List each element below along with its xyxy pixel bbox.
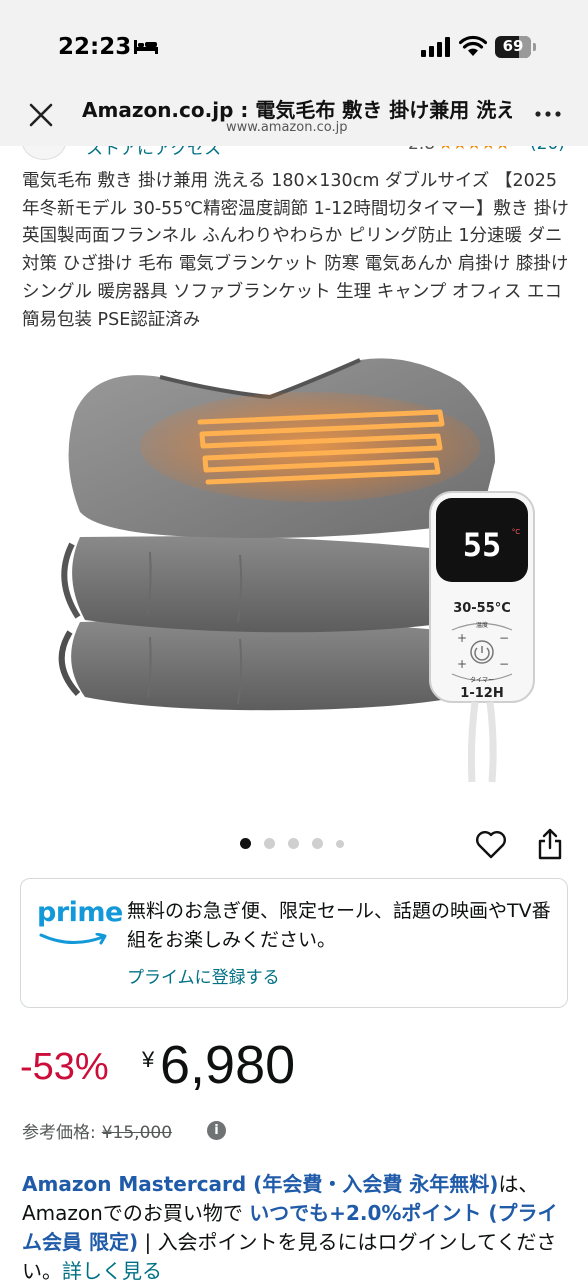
reference-price-value: ¥15,000 [101,1123,173,1143]
svg-text:−: − [499,657,509,671]
mastercard-link[interactable]: Amazon Mastercard (年会費・入会費 永年無料) [22,1172,498,1196]
signal-icon [421,37,450,57]
prime-signup-link[interactable]: プライムに登録する [127,963,280,988]
controller-timer: 1-12H [460,686,503,701]
info-icon[interactable]: i [207,1121,226,1140]
carousel-dot[interactable] [288,838,299,849]
prime-description: 無料のお急ぎ便、限定セール、話題の映画やTV番組をお楽しみください。 [127,900,551,951]
reference-price: 参考価格: ¥15,000 [22,1118,172,1143]
bed-icon [134,40,158,54]
carousel-dot[interactable] [264,838,275,849]
page-title: Amazon.co.jp : 電気毛布 敷き 掛け兼用 洗える [82,98,512,122]
battery-indicator: 69 [495,36,537,58]
heart-icon[interactable] [475,830,507,860]
card-promo: Amazon Mastercard (年会費・入会費 永年無料)は、Amazon… [22,1170,570,1280]
carousel-dot[interactable] [240,838,251,849]
discount-percent: -53% [20,1046,109,1088]
controller-temp: 55 [463,526,502,564]
wifi-icon [459,35,487,56]
more-options-icon[interactable] [533,104,563,124]
rating-count[interactable]: (20) [530,146,565,154]
carousel-dot[interactable] [336,840,344,848]
prime-promo-box: prime 無料のお急ぎ便、限定セール、話題の映画やTV番組をお楽しみください。… [20,878,568,1008]
card-promo-separator: | [138,1230,158,1254]
store-link[interactable]: ストアにアクセス [86,146,221,159]
rating-value: 2.8 [408,146,435,154]
reference-price-label: 参考価格: [22,1123,96,1143]
prime-smile-icon [39,933,107,945]
controller-timer-label: タイマー [470,676,494,684]
page-url: www.amazon.co.jp [226,120,348,135]
price-currency: ¥ [142,1047,155,1072]
share-icon[interactable] [537,828,563,860]
card-promo-details-link[interactable]: 詳しく見る [62,1259,162,1280]
product-image[interactable]: 55 °C 30-55°C 温度 タイマー + − + − 1-12H [40,352,550,792]
status-time: 22:23 [58,34,132,60]
svg-text:−: − [499,631,509,645]
battery-level: 69 [502,37,524,55]
store-row: ストアにアクセス 2.8 ★★★★★ (20) [0,146,588,160]
svg-text:+: + [457,657,467,671]
price-amount: 6,980 [160,1035,296,1095]
controller-temp-label: 温度 [476,621,488,629]
controller-range: 30-55°C [453,601,511,616]
browser-header: Amazon.co.jp : 電気毛布 敷き 掛け兼用 洗える www.amaz… [0,80,588,146]
controller-temp-unit: °C [512,528,521,536]
svg-text:+: + [457,631,467,645]
prime-logo: prime [37,897,123,949]
close-icon[interactable] [28,102,54,128]
carousel-dot[interactable] [312,838,323,849]
rating-stars[interactable]: ★★★★★ [438,146,510,154]
product-title: 電気毛布 敷き 掛け兼用 洗える 180×130cm ダブルサイズ 【2025年… [22,171,569,330]
store-avatar[interactable] [22,146,66,160]
